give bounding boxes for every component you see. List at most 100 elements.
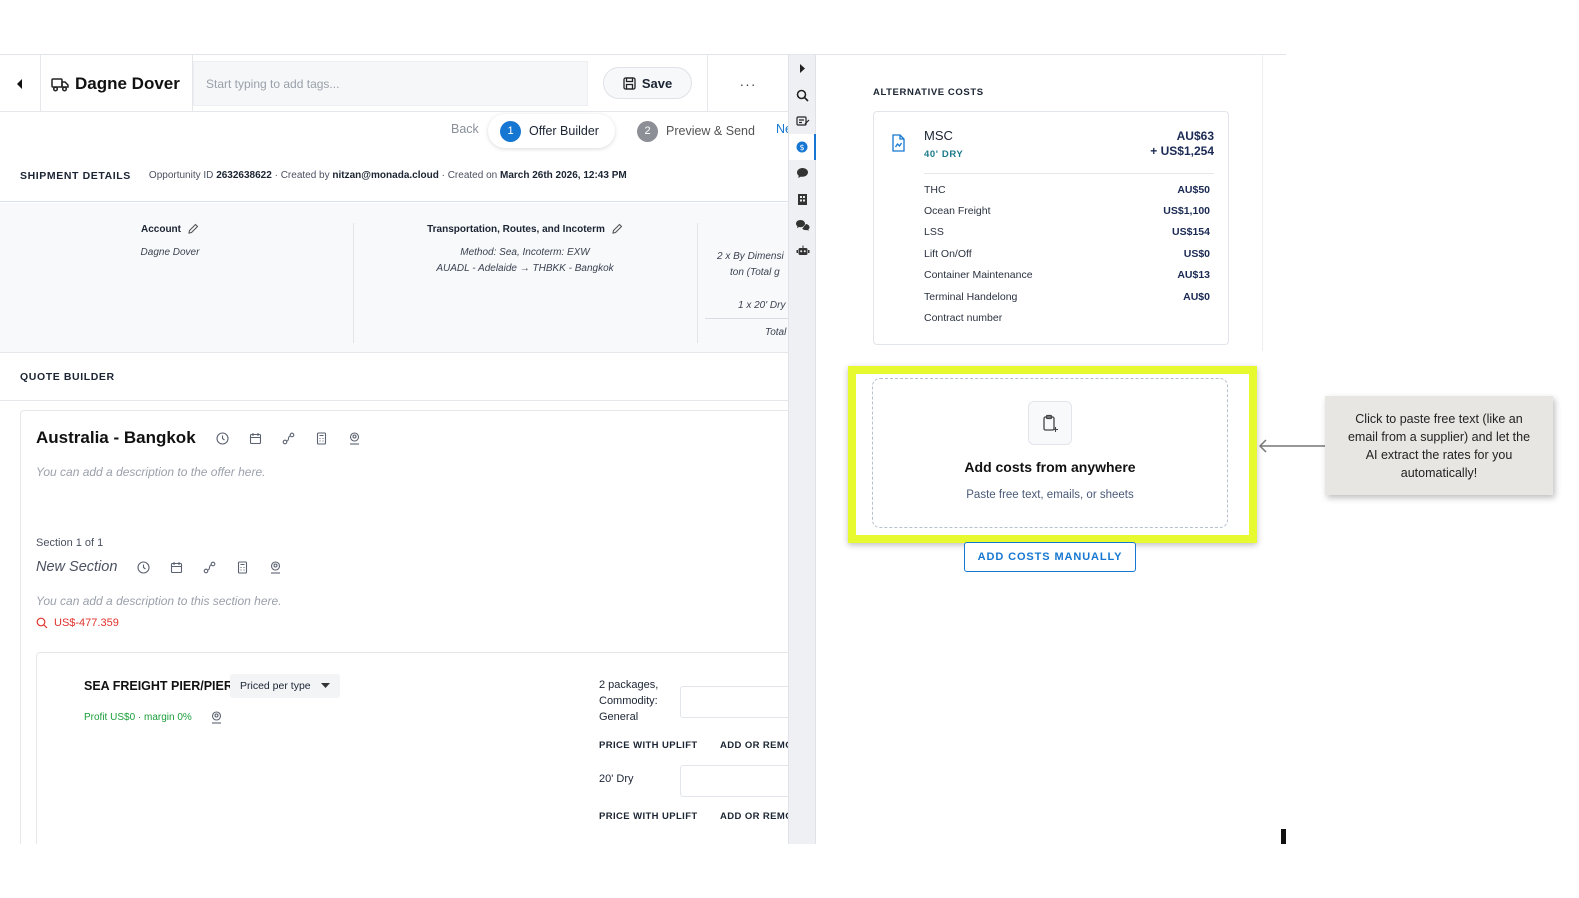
pencil-icon[interactable] bbox=[187, 223, 199, 235]
step-number-1: 1 bbox=[500, 120, 521, 142]
alternative-cost-card[interactable]: MSC 40' DRY AU$63 + US$1,254 THC AU$50 Oc… bbox=[873, 111, 1229, 345]
offer-description[interactable]: You can add a description to the offer h… bbox=[36, 465, 266, 479]
step-offer-builder[interactable]: 1 Offer Builder bbox=[488, 114, 615, 148]
cargo-line-3: 1 x 20' Dry bbox=[705, 298, 788, 319]
calendar-icon[interactable] bbox=[249, 432, 262, 445]
account-column: Account Dagne Dover bbox=[20, 223, 320, 343]
cost-row: THC AU$50 bbox=[924, 184, 1210, 200]
collapse-button[interactable] bbox=[0, 55, 41, 112]
cost-amount: US$1,100 bbox=[1163, 205, 1210, 217]
add-costs-manually-button[interactable]: ADD COSTS MANUALLY bbox=[964, 542, 1136, 572]
pencil-icon[interactable] bbox=[611, 223, 623, 235]
cost-amount: AU$13 bbox=[1177, 269, 1210, 281]
title-cell: Dagne Dover bbox=[41, 55, 193, 112]
building-icon bbox=[798, 193, 807, 205]
account-value: Dagne Dover bbox=[140, 247, 200, 258]
sidebar-chat-dollar[interactable] bbox=[789, 160, 816, 186]
clock-icon[interactable] bbox=[216, 431, 229, 445]
transport-column: Transportation, Routes, and Incoterm Met… bbox=[360, 223, 690, 343]
cargo-line-1: 2 x By Dimensi bbox=[717, 251, 784, 262]
divider bbox=[353, 223, 354, 343]
packages-price-input[interactable] bbox=[680, 686, 788, 718]
cost-name: Terminal Handelong bbox=[924, 291, 1018, 303]
sea-freight-card: SEA FREIGHT PIER/PIER Priced per type Pr… bbox=[36, 652, 788, 844]
calculator-icon[interactable] bbox=[315, 431, 328, 445]
price-with-uplift-header: PRICE WITH UPLIFT bbox=[599, 811, 698, 822]
stepper: Back 1 Offer Builder 2 Preview & Send Ne bbox=[0, 112, 788, 150]
step-number-2: 2 bbox=[637, 120, 658, 142]
back-link[interactable]: Back bbox=[451, 122, 479, 136]
created-on: March 26th 2026, 12:43 PM bbox=[499, 170, 627, 181]
dropzone-highlight: Add costs from anywhere Paste free text,… bbox=[848, 366, 1257, 543]
section-title[interactable]: New Section bbox=[36, 559, 117, 575]
caret-left-icon bbox=[17, 78, 22, 89]
created-by: nitzan@monada.cloud bbox=[332, 170, 439, 181]
zoom-dollar-icon[interactable] bbox=[36, 617, 48, 629]
user-badge-icon[interactable] bbox=[348, 431, 361, 445]
packages-label: 2 packages, Commodity: General bbox=[599, 679, 659, 723]
side-toolbar: $ bbox=[788, 55, 816, 844]
calendar-icon[interactable] bbox=[170, 561, 183, 574]
shipment-details-header: SHIPMENT DETAILS Opportunity ID 26326386… bbox=[0, 150, 788, 202]
cost-row: LSS US$154 bbox=[924, 226, 1210, 242]
priced-per-type-select[interactable]: Priced per type bbox=[230, 674, 340, 698]
cost-amount: US$0 bbox=[1183, 248, 1210, 260]
sidebar-ai-assistant[interactable] bbox=[789, 238, 816, 264]
cost-amount: AU$50 bbox=[1177, 184, 1210, 196]
section-title-row: New Section bbox=[36, 559, 282, 575]
cost-row: Lift On/Off US$0 bbox=[924, 248, 1210, 264]
cost-amount: US$154 bbox=[1172, 226, 1210, 238]
save-button[interactable]: Save bbox=[603, 67, 692, 99]
cost-name: Contract number bbox=[924, 312, 1003, 324]
route-icon[interactable] bbox=[282, 432, 295, 445]
transport-method: Method: Sea, Incoterm: EXW bbox=[460, 247, 590, 258]
sidebar-tags[interactable] bbox=[789, 108, 816, 134]
user-badge-icon[interactable] bbox=[269, 560, 282, 574]
window-corner bbox=[1281, 829, 1286, 844]
user-badge-icon[interactable] bbox=[210, 711, 223, 724]
more-options-button[interactable]: ··· bbox=[707, 55, 788, 112]
document-icon bbox=[892, 134, 905, 152]
cargo-line-2: ton (Total g bbox=[730, 267, 780, 278]
route-icon[interactable] bbox=[203, 561, 216, 574]
price-with-uplift-header: PRICE WITH UPLIFT bbox=[599, 740, 698, 751]
chat-bubbles-icon bbox=[796, 220, 810, 231]
sidebar-chat[interactable] bbox=[789, 212, 816, 238]
svg-text:$: $ bbox=[799, 143, 804, 152]
cost-name: Lift On/Off bbox=[924, 248, 972, 260]
sidebar-building[interactable] bbox=[789, 186, 816, 212]
dollar-circle-icon: $ bbox=[796, 141, 807, 153]
clock-icon[interactable] bbox=[137, 560, 150, 574]
profit-text: Profit US$0 · margin 0% bbox=[84, 712, 192, 723]
section-description[interactable]: You can add a description to this sectio… bbox=[36, 594, 282, 608]
offer-title[interactable]: Australia - Bangkok bbox=[36, 428, 196, 448]
shipment-details-title: SHIPMENT DETAILS bbox=[20, 169, 131, 182]
created-by-prefix: · Created by bbox=[271, 170, 333, 181]
opportunity-id: 2632638622 bbox=[216, 170, 272, 181]
more-icon: ··· bbox=[739, 75, 757, 92]
paste-costs-dropzone[interactable]: Add costs from anywhere Paste free text,… bbox=[872, 378, 1228, 528]
priced-select-value: Priced per type bbox=[240, 680, 311, 692]
cost-name: THC bbox=[924, 184, 946, 196]
robot-icon bbox=[796, 245, 809, 255]
dropzone-title: Add costs from anywhere bbox=[964, 459, 1136, 475]
calculator-icon[interactable] bbox=[236, 560, 249, 574]
cost-row: Terminal Handelong AU$0 bbox=[924, 291, 1210, 307]
tag-edit-icon bbox=[795, 116, 809, 126]
cost-row: Container Maintenance AU$13 bbox=[924, 269, 1210, 285]
freight-title: SEA FREIGHT PIER/PIER bbox=[84, 679, 233, 693]
step-preview-send[interactable]: 2 Preview & Send bbox=[637, 114, 755, 148]
divider bbox=[924, 173, 1214, 174]
sidebar-search[interactable] bbox=[789, 82, 816, 108]
expand-panel-button[interactable] bbox=[789, 55, 816, 81]
sidebar-costs[interactable]: $ bbox=[789, 134, 816, 160]
tags-input[interactable]: Start typing to add tags... bbox=[193, 61, 588, 106]
next-link[interactable]: Ne bbox=[776, 122, 788, 136]
dry-container-label: 20' Dry bbox=[599, 773, 634, 785]
cost-name: Container Maintenance bbox=[924, 269, 1033, 281]
quote-builder-title: QUOTE BUILDER bbox=[20, 370, 115, 383]
transport-label: Transportation, Routes, and Incoterm bbox=[427, 223, 605, 235]
dry-price-input[interactable] bbox=[680, 765, 788, 797]
cost-row: Contract number bbox=[924, 312, 1210, 328]
offer-title-row: Australia - Bangkok bbox=[36, 428, 361, 448]
